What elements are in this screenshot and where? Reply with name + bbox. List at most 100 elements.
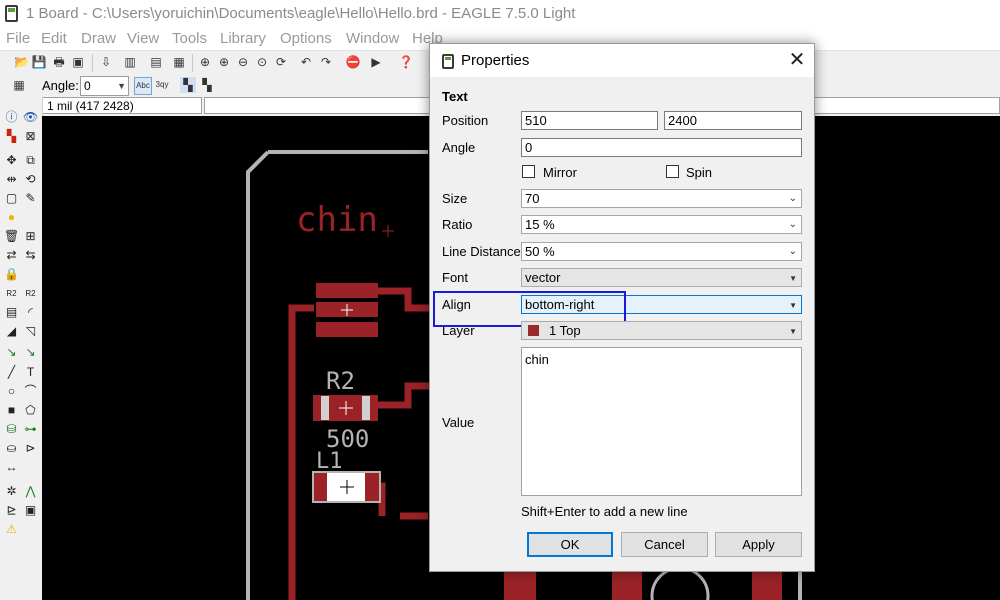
- help-icon[interactable]: ❓: [398, 54, 414, 70]
- rect-icon[interactable]: ■: [4, 403, 19, 418]
- layer-label: Layer: [442, 323, 475, 338]
- menu-library[interactable]: Library: [220, 30, 266, 47]
- print-icon[interactable]: 🖶: [51, 54, 67, 70]
- pinswap-icon[interactable]: ⇄: [4, 248, 19, 263]
- undo-icon[interactable]: ↶: [298, 54, 314, 70]
- zoom-in-icon[interactable]: ⊕: [216, 54, 232, 70]
- cam-icon[interactable]: ▣: [70, 54, 86, 70]
- delete-icon[interactable]: 🗑: [4, 229, 19, 244]
- optimize-icon[interactable]: ◹: [23, 324, 38, 339]
- board-icon[interactable]: ▦: [171, 54, 187, 70]
- group-icon[interactable]: ▢: [4, 191, 19, 206]
- menu-view[interactable]: View: [127, 30, 159, 47]
- menu-edit[interactable]: Edit: [41, 30, 67, 47]
- component-outline: [650, 566, 710, 600]
- rotate-icon[interactable]: ⟲: [23, 172, 38, 187]
- align-icon[interactable]: ▚: [180, 77, 196, 93]
- save-icon[interactable]: 💾: [31, 54, 47, 70]
- mirror-checkbox[interactable]: [522, 165, 535, 178]
- dialog-title-bar: Properties ✕: [430, 44, 814, 77]
- go-icon[interactable]: ▶: [368, 54, 384, 70]
- mark-icon[interactable]: ⊠: [23, 129, 38, 144]
- text-ratio-icon[interactable]: 3qy: [154, 77, 170, 93]
- menu-tools[interactable]: Tools: [172, 30, 207, 47]
- autorouter-icon[interactable]: ⋀: [23, 484, 38, 499]
- smd-pad: [612, 568, 642, 600]
- ripup-icon[interactable]: ↘: [23, 345, 38, 360]
- arc-icon[interactable]: ⌒: [23, 384, 38, 399]
- board-text-chin[interactable]: chin: [296, 200, 378, 240]
- display-icon[interactable]: ▚: [4, 129, 19, 144]
- move-icon[interactable]: ✥: [4, 153, 19, 168]
- font-combo[interactable]: vector ▼: [521, 268, 802, 287]
- r2-pad-gap: [321, 396, 329, 420]
- polygon-icon[interactable]: ⬠: [23, 403, 38, 418]
- paste-icon[interactable]: ●: [4, 210, 19, 225]
- label-r2: R2: [326, 367, 355, 395]
- redraw-icon[interactable]: ⟳: [273, 54, 289, 70]
- eagle-app-icon: [5, 5, 18, 22]
- redo-icon[interactable]: ↷: [318, 54, 334, 70]
- cancel-button[interactable]: Cancel: [621, 532, 708, 557]
- via-icon[interactable]: ⛁: [4, 422, 19, 437]
- spin-checkbox[interactable]: [666, 165, 679, 178]
- copy-icon[interactable]: ⧉: [23, 153, 38, 168]
- script-icon[interactable]: ⇩: [98, 54, 114, 70]
- value-textarea[interactable]: chin: [521, 347, 802, 496]
- stop-icon[interactable]: ⛔: [345, 54, 361, 70]
- ok-button[interactable]: OK: [527, 532, 613, 557]
- grid-icon[interactable]: ▦: [11, 77, 27, 93]
- attribute-icon[interactable]: ⊳: [23, 441, 38, 456]
- signal-icon[interactable]: ⊶: [23, 422, 38, 437]
- dropdown-arrow-icon: ▼: [789, 274, 797, 283]
- trace: [376, 287, 429, 312]
- zoom-out-icon[interactable]: ⊖: [235, 54, 251, 70]
- position-x-field[interactable]: 510: [521, 111, 658, 130]
- angle-field[interactable]: 0: [521, 138, 802, 157]
- mirror-icon[interactable]: ⇹: [4, 172, 19, 187]
- layer-combo[interactable]: 1 Top ▼: [521, 321, 802, 340]
- miter-icon[interactable]: ◜: [23, 305, 38, 320]
- size-combo[interactable]: 70 ⌄: [521, 189, 802, 208]
- name-icon[interactable]: R2: [4, 286, 19, 301]
- line-distance-combo[interactable]: 50 % ⌄: [521, 242, 802, 261]
- dimension-icon[interactable]: ↔: [4, 460, 19, 475]
- warning-icon[interactable]: ⚠: [4, 522, 19, 537]
- ratio-combo[interactable]: 15 % ⌄: [521, 215, 802, 234]
- apply-button[interactable]: Apply: [715, 532, 802, 557]
- ulp-icon[interactable]: ▥: [122, 54, 138, 70]
- open-icon[interactable]: 📂: [14, 54, 30, 70]
- show-icon[interactable]: 👁: [23, 110, 38, 125]
- align-alt-icon[interactable]: ▚: [199, 77, 215, 93]
- menu-window[interactable]: Window: [346, 30, 399, 47]
- smash-icon[interactable]: ▤: [4, 305, 19, 320]
- menu-options[interactable]: Options: [280, 30, 332, 47]
- change-icon[interactable]: ✎: [23, 191, 38, 206]
- text-icon[interactable]: T: [23, 365, 38, 380]
- circle-icon[interactable]: ○: [4, 384, 19, 399]
- value-icon[interactable]: R2: [23, 286, 38, 301]
- dialog-title: Properties: [461, 52, 530, 69]
- position-y-field[interactable]: 2400: [664, 111, 802, 130]
- lock-icon[interactable]: 🔒: [4, 267, 19, 282]
- split-icon[interactable]: ◢: [4, 324, 19, 339]
- menu-draw[interactable]: Draw: [81, 30, 116, 47]
- ratsnest-icon[interactable]: ✲: [4, 484, 19, 499]
- angle-select[interactable]: 0 ▼: [80, 76, 129, 96]
- route-icon[interactable]: ↘: [4, 345, 19, 360]
- wire-icon[interactable]: ╱: [4, 365, 19, 380]
- replace-icon[interactable]: ⇆: [23, 248, 38, 263]
- close-icon[interactable]: ✕: [784, 48, 810, 72]
- info-icon[interactable]: ⓘ: [4, 110, 19, 125]
- erc-icon[interactable]: ▣: [23, 503, 38, 518]
- schematic-icon[interactable]: ▤: [148, 54, 164, 70]
- font-value: vector: [525, 270, 561, 285]
- zoom-select-icon[interactable]: ⊙: [254, 54, 270, 70]
- text-font-icon[interactable]: Abc: [134, 77, 152, 95]
- zoom-fit-icon[interactable]: ⊕: [197, 54, 213, 70]
- drc-icon[interactable]: ⊵: [4, 503, 19, 518]
- add-icon[interactable]: ⊞: [23, 229, 38, 244]
- mirror-label: Mirror: [543, 165, 577, 180]
- menu-file[interactable]: File: [6, 30, 30, 47]
- hole-icon[interactable]: ⛀: [4, 441, 19, 456]
